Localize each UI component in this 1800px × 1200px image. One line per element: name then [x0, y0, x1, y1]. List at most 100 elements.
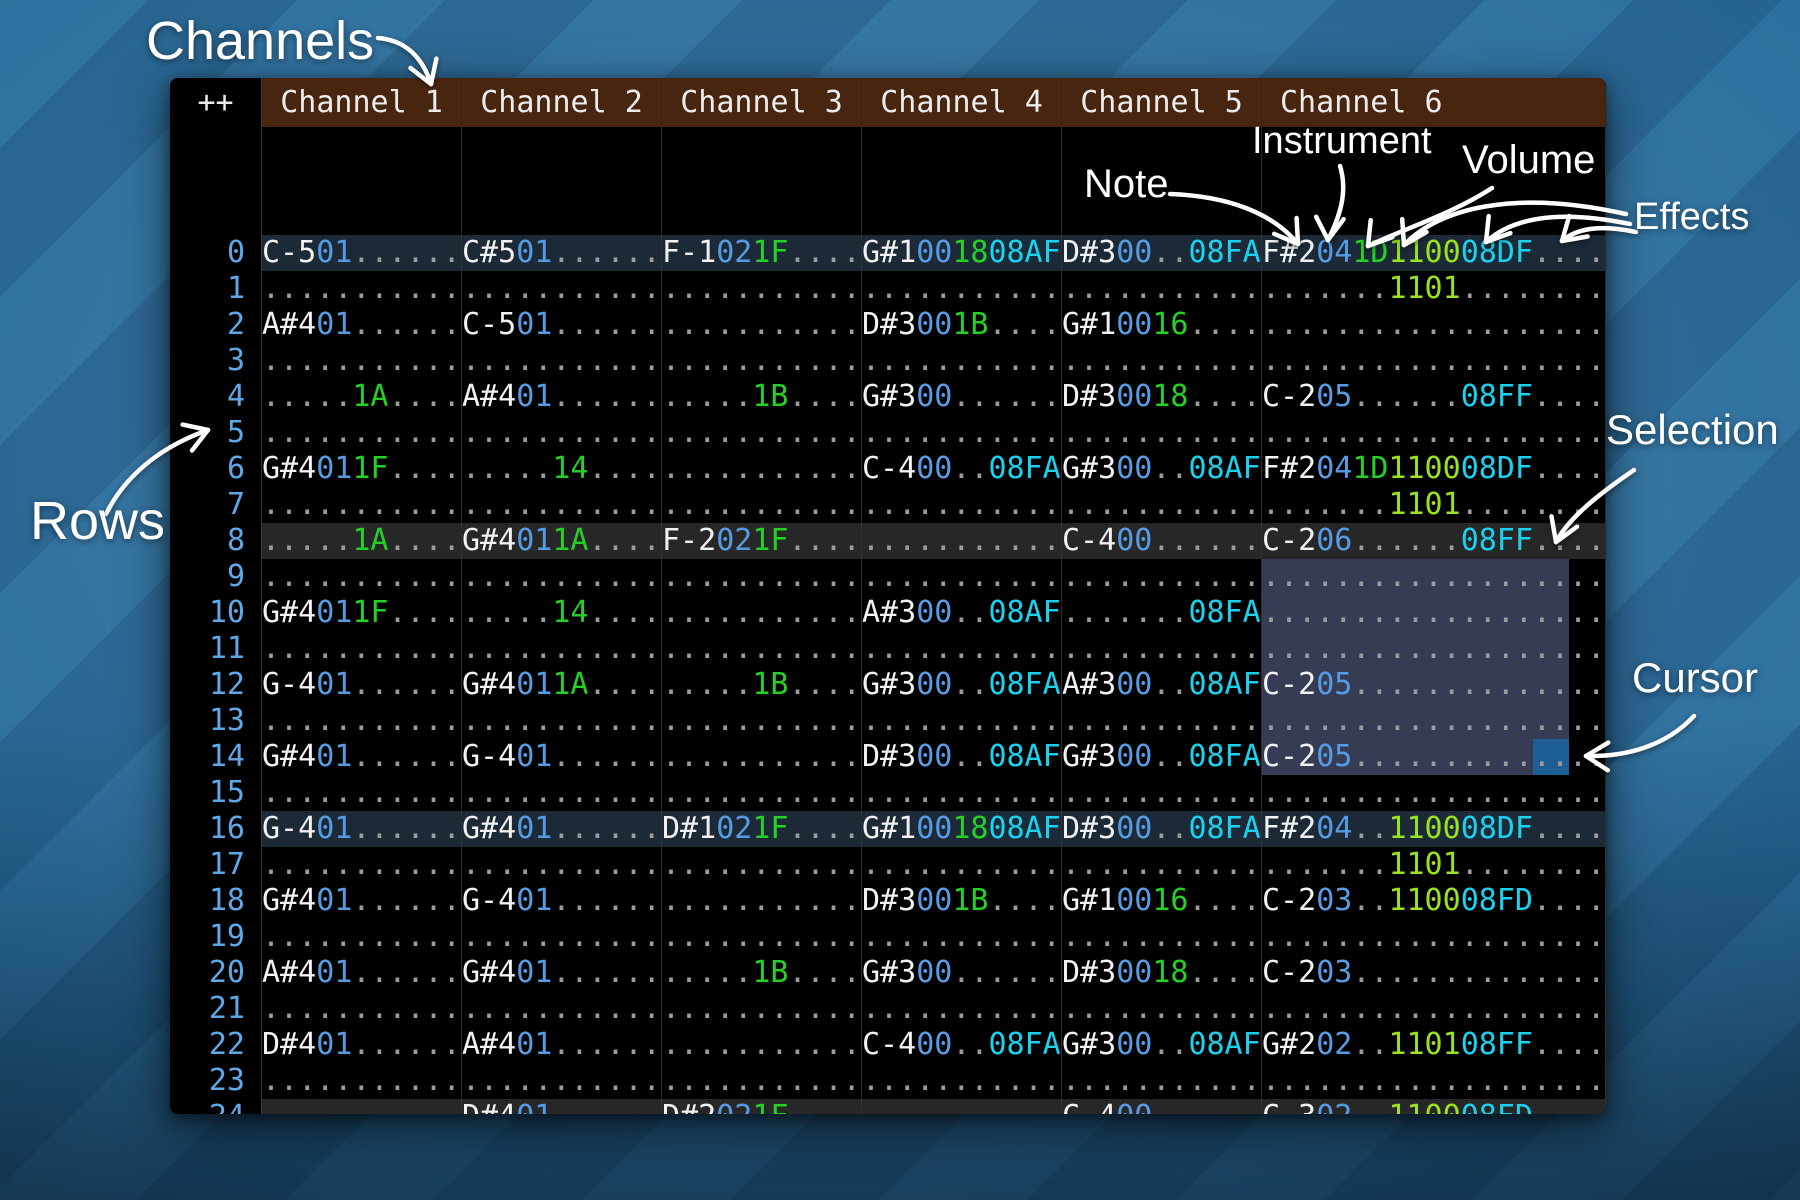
pattern-cell-ch3-row9[interactable]: ........... [662, 559, 862, 595]
pattern-cell-ch1-row21[interactable]: ........... [262, 991, 462, 1027]
pattern-cell-ch4-row23[interactable]: ........... [862, 1063, 1062, 1099]
pattern-cell-ch5-row15[interactable]: ........... [1062, 775, 1262, 811]
pattern-cell-ch1-row17[interactable]: ........... [262, 847, 462, 883]
pattern-cell-ch2-row7[interactable]: ........... [462, 487, 662, 523]
pattern-cell-ch4-row21[interactable]: ........... [862, 991, 1062, 1027]
pattern-cell-ch5-row23[interactable]: ........... [1062, 1063, 1262, 1099]
pattern-cell-ch1-row8[interactable]: .....1A.... [262, 523, 462, 559]
pattern-cell-ch5-row13[interactable]: ........... [1062, 703, 1262, 739]
pattern-cell-ch6-row2[interactable]: ................... [1262, 307, 1606, 343]
pattern-cell-ch1-row6[interactable]: G#4011F.... [262, 451, 462, 487]
pattern-cell-ch3-row13[interactable]: ........... [662, 703, 862, 739]
pattern-cell-ch4-row18[interactable]: D#3001B.... [862, 883, 1062, 919]
pattern-cell-ch6-row17[interactable]: .......1101........ [1262, 847, 1606, 883]
pattern-cell-ch4-row10[interactable]: A#300..08AF [862, 595, 1062, 631]
pattern-cell-ch2-row17[interactable]: ........... [462, 847, 662, 883]
channel-header-2[interactable]: Channel 2 [462, 78, 662, 127]
pattern-cell-ch6-row15[interactable]: ................... [1262, 775, 1606, 811]
pattern-cell-ch5-row5[interactable]: ........... [1062, 415, 1262, 451]
pattern-cell-ch2-row13[interactable]: ........... [462, 703, 662, 739]
pattern-cell-ch6-row24[interactable]: C-302..110008FD.... [1262, 1099, 1606, 1114]
pattern-cell-ch4-row11[interactable]: ........... [862, 631, 1062, 667]
pattern-cell-ch3-row15[interactable]: ........... [662, 775, 862, 811]
pattern-cell-ch1-row19[interactable]: ........... [262, 919, 462, 955]
pattern-cell-ch1-row16[interactable]: G-401...... [262, 811, 462, 847]
pattern-cell-ch4-row3[interactable]: ........... [862, 343, 1062, 379]
pattern-cell-ch5-row22[interactable]: G#300..08AF [1062, 1027, 1262, 1063]
pattern-cell-ch2-row21[interactable]: ........... [462, 991, 662, 1027]
pattern-cell-ch3-row17[interactable]: ........... [662, 847, 862, 883]
pattern-cell-ch2-row9[interactable]: ........... [462, 559, 662, 595]
pattern-cell-ch6-row14[interactable]: C-205.............. [1262, 739, 1606, 775]
pattern-cell-ch1-row14[interactable]: G#401...... [262, 739, 462, 775]
pattern-cell-ch2-row19[interactable]: ........... [462, 919, 662, 955]
pattern-cell-ch3-row6[interactable]: ........... [662, 451, 862, 487]
pattern-cell-ch4-row17[interactable]: ........... [862, 847, 1062, 883]
pattern-cell-ch6-row22[interactable]: G#202..110108FF.... [1262, 1027, 1606, 1063]
pattern-cell-ch1-row1[interactable]: ........... [262, 271, 462, 307]
pattern-cell-ch6-row1[interactable]: .......1101........ [1262, 271, 1606, 307]
pattern-cell-ch4-row7[interactable]: ........... [862, 487, 1062, 523]
pattern-cell-ch5-row2[interactable]: G#10016.... [1062, 307, 1262, 343]
pattern-cell-ch3-row5[interactable]: ........... [662, 415, 862, 451]
pattern-cell-ch6-row0[interactable]: F#2041D110008DF.... [1262, 235, 1606, 271]
pattern-cell-ch2-row20[interactable]: G#401...... [462, 955, 662, 991]
pattern-cell-ch5-row0[interactable]: D#300..08FA [1062, 235, 1262, 271]
pattern-cell-ch1-row7[interactable]: ........... [262, 487, 462, 523]
pattern-cell-ch2-row11[interactable]: ........... [462, 631, 662, 667]
pattern-cell-ch6-row18[interactable]: C-203..110008FD.... [1262, 883, 1606, 919]
pattern-cell-ch4-row15[interactable]: ........... [862, 775, 1062, 811]
pattern-cell-ch6-row9[interactable]: ................... [1262, 559, 1606, 595]
pattern-cell-ch1-row18[interactable]: G#401...... [262, 883, 462, 919]
pattern-cell-ch4-row2[interactable]: D#3001B.... [862, 307, 1062, 343]
pattern-cell-ch4-row19[interactable]: ........... [862, 919, 1062, 955]
pattern-cell-ch2-row12[interactable]: G#4011A.... [462, 667, 662, 703]
pattern-cell-ch2-row22[interactable]: A#401...... [462, 1027, 662, 1063]
pattern-cell-ch5-row24[interactable]: C-400...... [1062, 1099, 1262, 1114]
pattern-cell-ch3-row7[interactable]: ........... [662, 487, 862, 523]
pattern-cell-ch3-row21[interactable]: ........... [662, 991, 862, 1027]
pattern-cell-ch1-row5[interactable]: ........... [262, 415, 462, 451]
pattern-cell-ch2-row14[interactable]: G-401...... [462, 739, 662, 775]
pattern-cell-ch3-row4[interactable]: .....1B.... [662, 379, 862, 415]
pattern-cell-ch3-row24[interactable]: D#2021F.... [662, 1099, 862, 1114]
pattern-cell-ch4-row9[interactable]: ........... [862, 559, 1062, 595]
pattern-cell-ch5-row21[interactable]: ........... [1062, 991, 1262, 1027]
pattern-cell-ch6-row10[interactable]: ................... [1262, 595, 1606, 631]
pattern-cell-ch5-row12[interactable]: A#300..08AF [1062, 667, 1262, 703]
pattern-cell-ch6-row20[interactable]: C-203.............. [1262, 955, 1606, 991]
pattern-cell-ch5-row14[interactable]: G#300..08FA [1062, 739, 1262, 775]
pattern-cell-ch5-row1[interactable]: ........... [1062, 271, 1262, 307]
pattern-cell-ch6-row4[interactable]: C-205......08FF.... [1262, 379, 1606, 415]
pattern-cell-ch3-row1[interactable]: ........... [662, 271, 862, 307]
channel-header-4[interactable]: Channel 4 [862, 78, 1062, 127]
pattern-cell-ch3-row8[interactable]: F-2021F.... [662, 523, 862, 559]
pattern-cell-ch5-row20[interactable]: D#30018.... [1062, 955, 1262, 991]
pattern-cell-ch3-row18[interactable]: ........... [662, 883, 862, 919]
pattern-cell-ch1-row15[interactable]: ........... [262, 775, 462, 811]
pattern-cell-ch2-row24[interactable]: D#401...... [462, 1099, 662, 1114]
pattern-cell-ch2-row10[interactable]: .....14.... [462, 595, 662, 631]
pattern-cell-ch2-row0[interactable]: C#501...... [462, 235, 662, 271]
pattern-cell-ch5-row7[interactable]: ........... [1062, 487, 1262, 523]
pattern-cell-ch6-row12[interactable]: C-205.............. [1262, 667, 1606, 703]
pattern-cell-ch1-row22[interactable]: D#401...... [262, 1027, 462, 1063]
pattern-cell-ch2-row2[interactable]: C-501...... [462, 307, 662, 343]
pattern-cell-ch5-row17[interactable]: ........... [1062, 847, 1262, 883]
pattern-cell-ch1-row12[interactable]: G-401...... [262, 667, 462, 703]
pattern-cell-ch3-row16[interactable]: D#1021F.... [662, 811, 862, 847]
pattern-cell-ch5-row10[interactable]: .......08FA [1062, 595, 1262, 631]
pattern-cell-ch2-row4[interactable]: A#401...... [462, 379, 662, 415]
pattern-cell-ch4-row20[interactable]: G#300...... [862, 955, 1062, 991]
pattern-cell-ch2-row6[interactable]: .....14.... [462, 451, 662, 487]
pattern-cell-ch4-row5[interactable]: ........... [862, 415, 1062, 451]
pattern-cell-ch6-row8[interactable]: C-206......08FF.... [1262, 523, 1606, 559]
pattern-cell-ch4-row8[interactable]: ........... [862, 523, 1062, 559]
pattern-cell-ch1-row9[interactable]: ........... [262, 559, 462, 595]
pattern-cell-ch6-row11[interactable]: ................... [1262, 631, 1606, 667]
pattern-cell-ch6-row3[interactable]: ................... [1262, 343, 1606, 379]
pattern-cell-ch3-row11[interactable]: ........... [662, 631, 862, 667]
pattern-cell-ch5-row18[interactable]: G#10016.... [1062, 883, 1262, 919]
pattern-cell-ch3-row14[interactable]: ........... [662, 739, 862, 775]
pattern-cell-ch6-row19[interactable]: ................... [1262, 919, 1606, 955]
